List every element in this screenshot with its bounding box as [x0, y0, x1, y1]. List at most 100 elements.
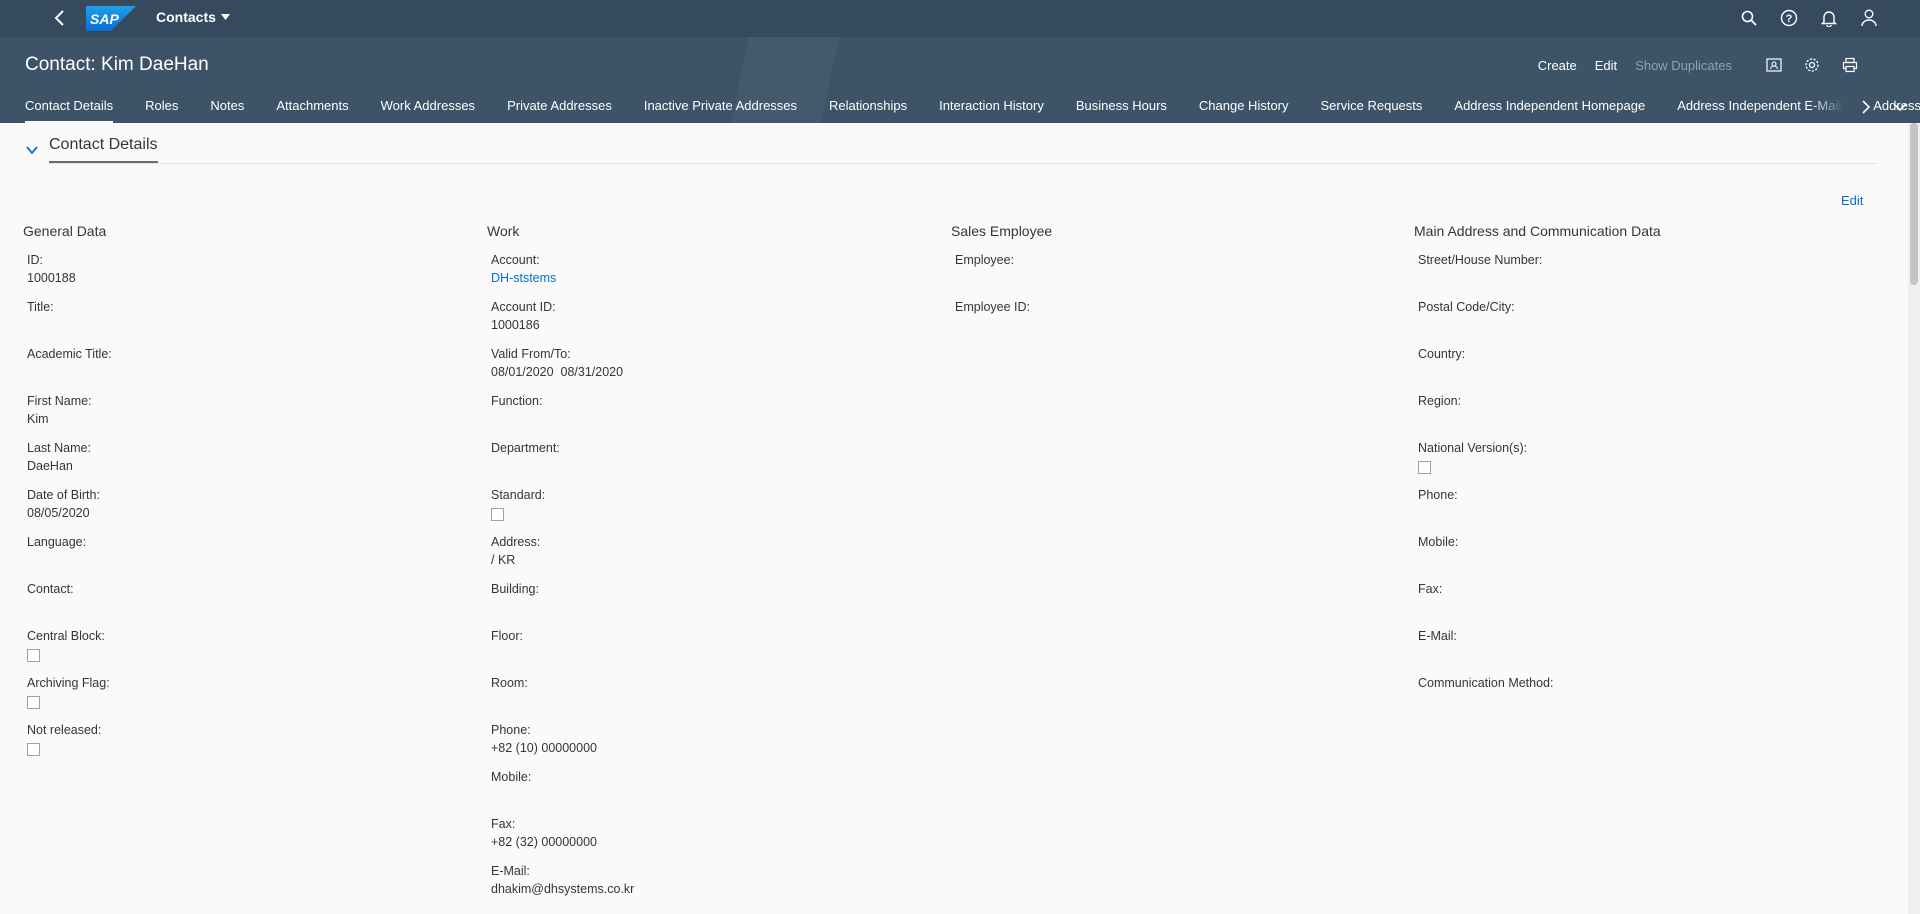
language-field: Language: — [27, 534, 467, 581]
communication-method-field: Communication Method: — [1418, 675, 1858, 722]
standard-field: Standard: — [491, 487, 931, 534]
region-label: Region: — [1418, 394, 1462, 408]
tab-inactive-private-addresses[interactable]: Inactive Private Addresses — [644, 98, 797, 123]
main-email-label: E-Mail: — [1418, 629, 1457, 643]
main-fax-label: Fax: — [1418, 582, 1443, 596]
section-title: Contact Details — [49, 136, 158, 163]
academic-title-label: Academic Title: — [27, 347, 112, 361]
work-email-value: dhakim@dhsystems.co.kr — [491, 882, 635, 896]
app-title-menu[interactable]: Contacts — [156, 9, 230, 25]
building-field: Building: — [491, 581, 931, 628]
account-link[interactable]: DH-ststems — [491, 269, 931, 288]
postal-city-field: Postal Code/City: — [1418, 299, 1858, 346]
title-field: Title: — [27, 299, 467, 346]
work-email-field: E-Mail: dhakim@dhsystems.co.kr — [491, 863, 931, 910]
account-id-field: Account ID: 1000186 — [491, 299, 931, 346]
not-released-field: Not released: — [27, 722, 467, 769]
postal-city-label: Postal Code/City: — [1418, 300, 1515, 314]
communication-method-label: Communication Method: — [1418, 676, 1554, 690]
tab-roles[interactable]: Roles — [145, 98, 178, 123]
contact-card-icon[interactable] — [1764, 56, 1784, 74]
main-fax-field: Fax: — [1418, 581, 1858, 628]
tab-change-history[interactable]: Change History — [1199, 98, 1289, 123]
page-title: Contact: Kim DaeHan — [25, 54, 209, 75]
employee-label: Employee: — [955, 253, 1015, 267]
room-label: Room: — [491, 676, 528, 690]
tab-service-requests[interactable]: Service Requests — [1321, 98, 1423, 123]
work-email-label: E-Mail: — [491, 864, 530, 878]
user-icon[interactable] — [1858, 7, 1880, 29]
tab-contact-details[interactable]: Contact Details — [25, 98, 114, 123]
language-label: Language: — [27, 535, 87, 549]
settings-icon[interactable] — [1802, 56, 1822, 74]
tabs-scroll-right-icon[interactable] — [1858, 99, 1874, 115]
main-phone-label: Phone: — [1418, 488, 1458, 502]
floor-label: Floor: — [491, 629, 523, 643]
function-field: Function: — [491, 393, 931, 440]
sales-employee-heading: Sales Employee — [951, 223, 1053, 239]
tab-interaction-history[interactable]: Interaction History — [939, 98, 1044, 123]
create-button[interactable]: Create — [1538, 58, 1577, 73]
sap-logo[interactable]: SAP — [86, 6, 136, 31]
tab-attachments[interactable]: Attachments — [276, 98, 348, 123]
tabs-overflow-chevron-down-icon[interactable] — [1892, 99, 1908, 115]
edit-button[interactable]: Edit — [1595, 58, 1617, 73]
main-email-field: E-Mail: — [1418, 628, 1858, 675]
general-data-group: General Data ID: 1000188 Title: Academic… — [23, 223, 467, 769]
employee-id-field: Employee ID: — [955, 299, 1395, 346]
address-label: Address: — [491, 535, 541, 549]
search-icon[interactable] — [1738, 7, 1760, 29]
main-mobile-field: Mobile: — [1418, 534, 1858, 581]
section-edit-link[interactable]: Edit — [1841, 193, 1863, 208]
main-phone-field: Phone: — [1418, 487, 1858, 534]
sales-employee-group: Sales Employee Employee: Employee ID: — [951, 223, 1395, 346]
tab-work-addresses[interactable]: Work Addresses — [381, 98, 475, 123]
collapse-chevron-down-icon[interactable] — [25, 143, 39, 157]
archiving-flag-field: Archiving Flag: — [27, 675, 467, 722]
svg-text:SAP: SAP — [90, 11, 119, 27]
department-label: Department: — [491, 441, 560, 455]
tab-address-independent-homepage[interactable]: Address Independent Homepage — [1454, 98, 1645, 123]
tab-business-hours[interactable]: Business Hours — [1076, 98, 1167, 123]
central-block-checkbox — [27, 649, 40, 662]
region-field: Region: — [1418, 393, 1858, 440]
central-block-field: Central Block: — [27, 628, 467, 675]
contact-label: Contact: — [27, 582, 74, 596]
address-field: Address: / KR — [491, 534, 931, 581]
country-field: Country: — [1418, 346, 1858, 393]
first-name-value: Kim — [27, 412, 49, 426]
show-duplicates-button[interactable]: Show Duplicates — [1635, 58, 1732, 73]
id-label: ID: — [27, 253, 43, 267]
academic-title-field: Academic Title: — [27, 346, 467, 393]
print-icon[interactable] — [1840, 56, 1860, 74]
caret-down-icon — [220, 14, 230, 20]
valid-from-to-label: Valid From/To: — [491, 347, 571, 361]
shell-bar: SAP Contacts ? — [0, 0, 1920, 37]
not-released-label: Not released: — [27, 723, 102, 737]
tab-bar: Contact Details Roles Notes Attachments … — [25, 98, 1920, 123]
date-of-birth-value: 08/05/2020 — [27, 506, 90, 520]
first-name-field: First Name: Kim — [27, 393, 467, 440]
tab-notes[interactable]: Notes — [210, 98, 244, 123]
tab-relationships[interactable]: Relationships — [829, 98, 907, 123]
date-of-birth-label: Date of Birth: — [27, 488, 100, 502]
work-mobile-field: Mobile: — [491, 769, 931, 816]
street-field: Street/House Number: — [1418, 252, 1858, 299]
scrollbar-thumb[interactable] — [1910, 123, 1918, 285]
help-icon[interactable]: ? — [1778, 7, 1800, 29]
notifications-icon[interactable] — [1818, 7, 1840, 29]
content-area: Contact Details Edit General Data ID: 10… — [0, 123, 1908, 914]
account-field: Account: DH-ststems — [491, 252, 931, 299]
back-icon[interactable] — [50, 8, 70, 28]
national-version-checkbox — [1418, 461, 1431, 474]
title-label: Title: — [27, 300, 54, 314]
work-phone-label: Phone: — [491, 723, 531, 737]
last-name-field: Last Name: DaeHan — [27, 440, 467, 487]
section-header: Contact Details — [25, 136, 158, 163]
id-value: 1000188 — [27, 271, 76, 285]
main-address-heading: Main Address and Communication Data — [1414, 223, 1661, 239]
last-name-value: DaeHan — [27, 459, 73, 473]
work-fax-field: Fax: +82 (32) 00000000 — [491, 816, 931, 863]
object-header: Contact: Kim DaeHan Create Edit Show Dup… — [0, 37, 1920, 123]
tab-private-addresses[interactable]: Private Addresses — [507, 98, 612, 123]
